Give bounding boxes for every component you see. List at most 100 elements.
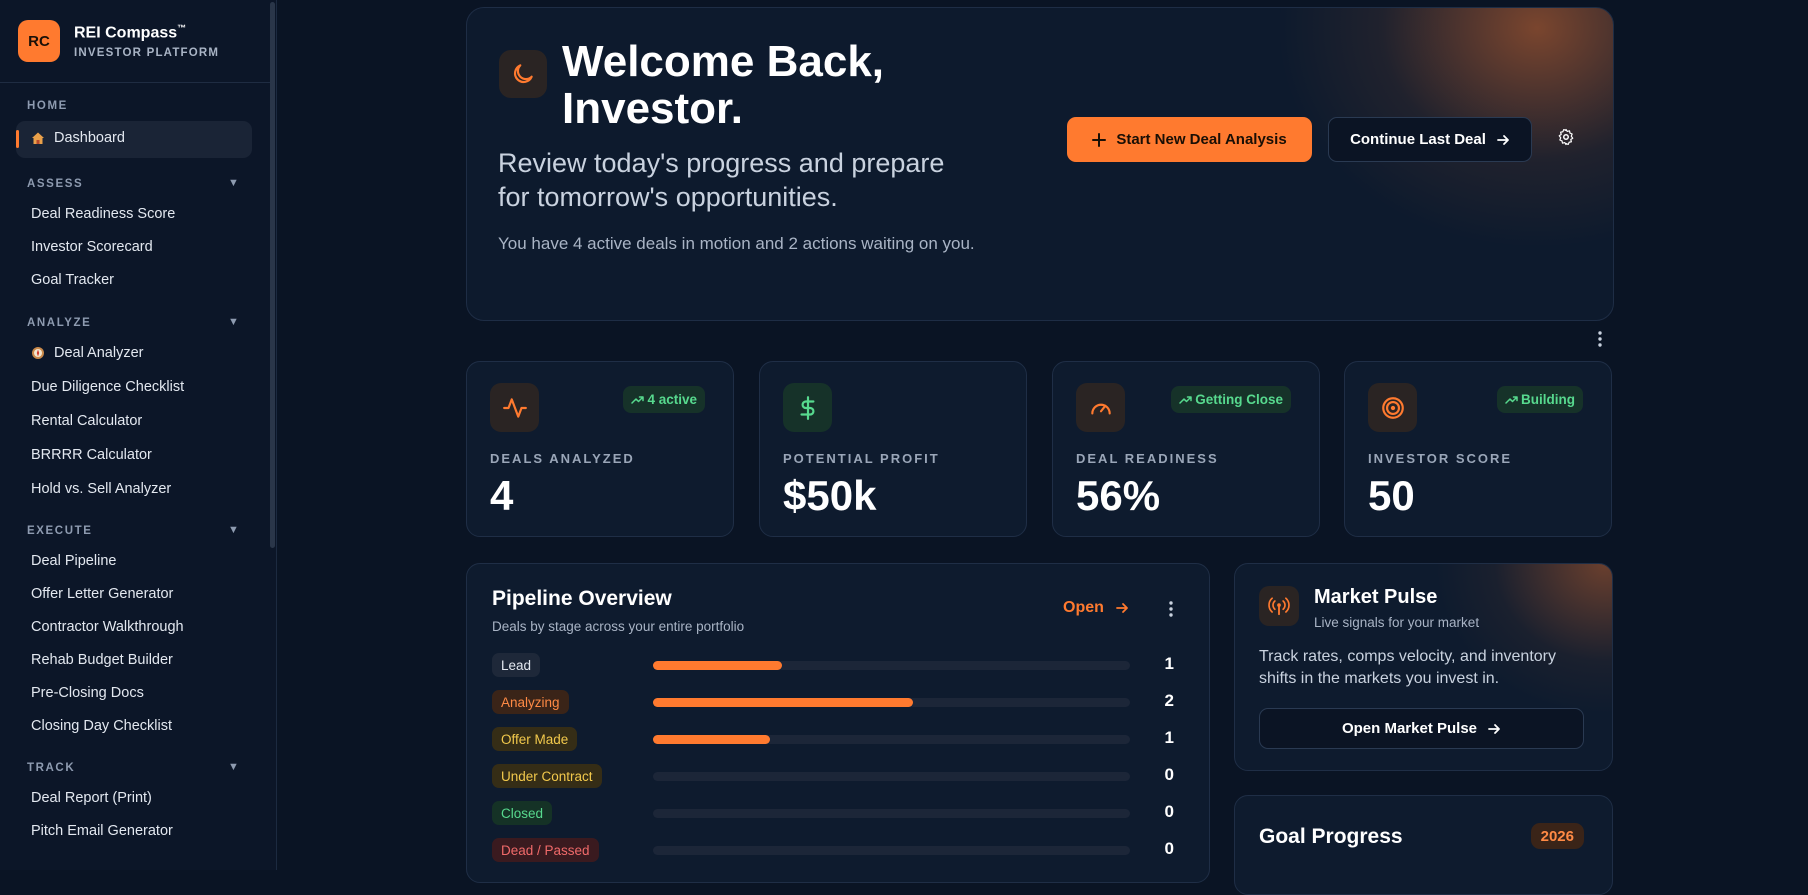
target-icon: [1368, 383, 1417, 432]
sidebar-item-due-diligence-checklist[interactable]: Due Diligence Checklist: [31, 379, 184, 395]
section-title-assess: ASSESS: [27, 178, 84, 190]
pipeline-more-icon[interactable]: [1163, 600, 1179, 623]
collapse-assess-icon[interactable]: ▼: [228, 177, 239, 189]
brand-name: REI Compass: [74, 24, 178, 42]
brand[interactable]: RC REI Compass™ INVESTOR PLATFORM: [18, 20, 219, 62]
stage-progress-track: [653, 846, 1130, 855]
pipeline-open-link[interactable]: Open: [1063, 599, 1130, 617]
stage-progress-track: [653, 661, 1130, 670]
pipeline-title: Pipeline Overview: [492, 587, 672, 610]
continue-last-deal-button[interactable]: Continue Last Deal: [1328, 117, 1532, 162]
broadcast-icon: [1259, 586, 1299, 626]
stage-progress-track: [653, 809, 1130, 818]
kpi-value: $50k: [783, 472, 877, 519]
more-options-icon[interactable]: [1592, 330, 1608, 353]
pipeline-overview-card: Pipeline Overview Deals by stage across …: [466, 563, 1210, 883]
goal-progress-card: Goal Progress 2026: [1234, 795, 1613, 895]
status-badge: Getting Close: [1171, 386, 1291, 413]
kpi-value: 50: [1368, 472, 1415, 519]
sidebar-item-label: Dashboard: [54, 130, 125, 146]
hero-description: You have 4 active deals in motion and 2 …: [498, 234, 975, 253]
kpi-label: DEALS ANALYZED: [490, 451, 635, 466]
collapse-analyze-icon[interactable]: ▼: [228, 316, 239, 328]
sidebar-item-deal-analyzer[interactable]: Deal Analyzer: [31, 345, 143, 361]
trend-up-icon: [1505, 395, 1518, 404]
settings-gear-icon[interactable]: [1557, 128, 1579, 150]
pipeline-stage-row[interactable]: Dead / Passed 0: [492, 838, 1192, 862]
sidebar-item-hold-vs-sell-analyzer[interactable]: Hold vs. Sell Analyzer: [31, 481, 171, 497]
stage-progress-track: [653, 698, 1130, 707]
stage-tag: Offer Made: [492, 727, 578, 751]
stage-tag: Analyzing: [492, 690, 569, 714]
status-badge: 4 active: [623, 386, 705, 413]
sidebar-item-contractor-walkthrough[interactable]: Contractor Walkthrough: [31, 619, 184, 635]
kpi-card-deals-analyzed[interactable]: 4 active DEALS ANALYZED 4: [466, 361, 734, 537]
market-pulse-title: Market Pulse: [1314, 586, 1438, 608]
goal-progress-title: Goal Progress: [1259, 825, 1403, 848]
dollar-icon: [783, 383, 832, 432]
kpi-card-potential-profit[interactable]: POTENTIAL PROFIT $50k: [759, 361, 1027, 537]
stage-tag: Under Contract: [492, 764, 602, 788]
sidebar-item-rental-calculator[interactable]: Rental Calculator: [31, 413, 142, 429]
sidebar-item-pre-closing-docs[interactable]: Pre-Closing Docs: [31, 685, 144, 701]
stage-tag: Dead / Passed: [492, 838, 599, 862]
sidebar: RC REI Compass™ INVESTOR PLATFORM HOME D…: [0, 0, 277, 870]
plus-icon: [1092, 132, 1107, 147]
sidebar-item-offer-letter-generator[interactable]: Offer Letter Generator: [31, 586, 173, 602]
pipeline-stage-row[interactable]: Analyzing 2: [492, 690, 1192, 714]
pipeline-stage-row[interactable]: Closed 0: [492, 801, 1192, 825]
arrow-right-icon: [1488, 723, 1500, 734]
open-market-pulse-label: Open Market Pulse: [1341, 720, 1478, 737]
status-badge-label: Getting Close: [1195, 392, 1283, 407]
sidebar-item-brrrr-calculator[interactable]: BRRRR Calculator: [31, 447, 152, 463]
welcome-hero: Welcome Back, Investor. Review today's p…: [466, 7, 1614, 321]
sidebar-item-deal-pipeline[interactable]: Deal Pipeline: [31, 553, 116, 569]
stage-tag: Lead: [492, 653, 541, 677]
page-title: Welcome Back, Investor.: [562, 37, 885, 133]
trend-up-icon: [1179, 395, 1192, 404]
market-pulse-description: Track rates, comps velocity, and invento…: [1259, 648, 1556, 687]
stage-progress-fill: [653, 735, 770, 744]
stage-count: 0: [1164, 765, 1174, 784]
start-new-deal-label: Start New Deal Analysis: [1116, 131, 1287, 148]
pipeline-stage-row[interactable]: Under Contract 0: [492, 764, 1192, 788]
collapse-execute-icon[interactable]: ▼: [228, 524, 239, 536]
kpi-card-investor-score[interactable]: Building INVESTOR SCORE 50: [1344, 361, 1612, 537]
brand-logo: RC: [18, 20, 60, 62]
sidebar-item-closing-day-checklist[interactable]: Closing Day Checklist: [31, 718, 172, 734]
stage-count: 0: [1164, 839, 1174, 858]
collapse-track-icon[interactable]: ▼: [228, 761, 239, 773]
hero-subtitle: Review today's progress and prepare for …: [498, 148, 945, 212]
trademark: ™: [177, 22, 187, 33]
status-badge-label: 4 active: [647, 392, 697, 407]
arrow-right-icon: [1497, 134, 1509, 145]
kpi-value: 4: [490, 472, 514, 519]
sidebar-item-dashboard[interactable]: Dashboard: [31, 130, 125, 146]
start-new-deal-button[interactable]: Start New Deal Analysis: [1067, 117, 1312, 162]
pipeline-stage-row[interactable]: Offer Made 1: [492, 727, 1192, 751]
stage-count: 0: [1164, 802, 1174, 821]
activity-icon: [490, 383, 539, 432]
kpi-label: DEAL READINESS: [1076, 451, 1219, 466]
sidebar-item-deal-report-print[interactable]: Deal Report (Print): [31, 790, 152, 806]
pipeline-stage-row[interactable]: Lead 1: [492, 653, 1192, 677]
sidebar-item-rehab-budget-builder[interactable]: Rehab Budget Builder: [31, 652, 173, 668]
section-title-home: HOME: [27, 100, 68, 112]
section-title-execute: EXECUTE: [27, 525, 93, 537]
moon-icon: [499, 50, 547, 98]
pipeline-open-label: Open: [1063, 599, 1104, 616]
kpi-value: 56%: [1076, 472, 1161, 519]
sidebar-scrollbar[interactable]: [270, 2, 275, 548]
market-pulse-subtitle: Live signals for your market: [1314, 615, 1480, 630]
stage-tag: Closed: [492, 801, 553, 825]
market-pulse-card: Market Pulse Live signals for your marke…: [1234, 563, 1613, 771]
sidebar-item-investor-scorecard[interactable]: Investor Scorecard: [31, 239, 153, 255]
stage-progress-fill: [653, 698, 913, 707]
kpi-card-deal-readiness[interactable]: Getting Close DEAL READINESS 56%: [1052, 361, 1320, 537]
year-badge[interactable]: 2026: [1530, 823, 1584, 849]
sidebar-item-pitch-email-generator[interactable]: Pitch Email Generator: [31, 823, 173, 839]
open-market-pulse-button[interactable]: Open Market Pulse: [1259, 708, 1584, 749]
sidebar-item-goal-tracker[interactable]: Goal Tracker: [31, 272, 114, 288]
section-title-track: TRACK: [27, 762, 76, 774]
sidebar-item-deal-readiness-score[interactable]: Deal Readiness Score: [31, 206, 175, 222]
